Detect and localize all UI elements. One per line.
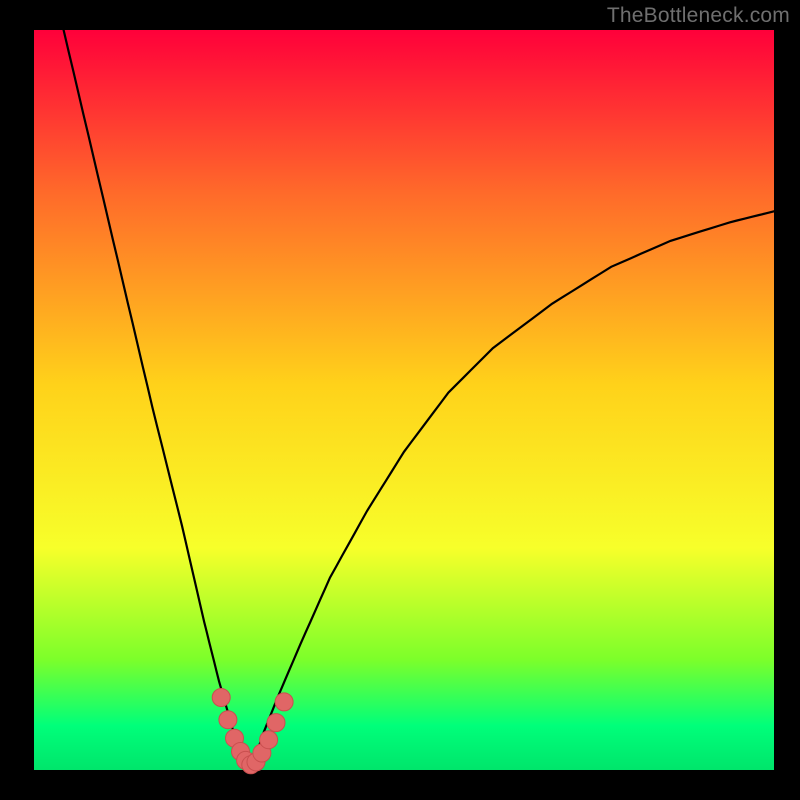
watermark-text: TheBottleneck.com [607, 4, 790, 28]
highlight-marker [219, 711, 237, 729]
bottleneck-chart [0, 0, 800, 800]
chart-frame: TheBottleneck.com [0, 0, 800, 800]
plot-background [34, 30, 774, 770]
highlight-marker [267, 714, 285, 732]
highlight-marker [212, 689, 230, 707]
highlight-marker [260, 731, 278, 749]
highlight-marker [275, 693, 293, 711]
